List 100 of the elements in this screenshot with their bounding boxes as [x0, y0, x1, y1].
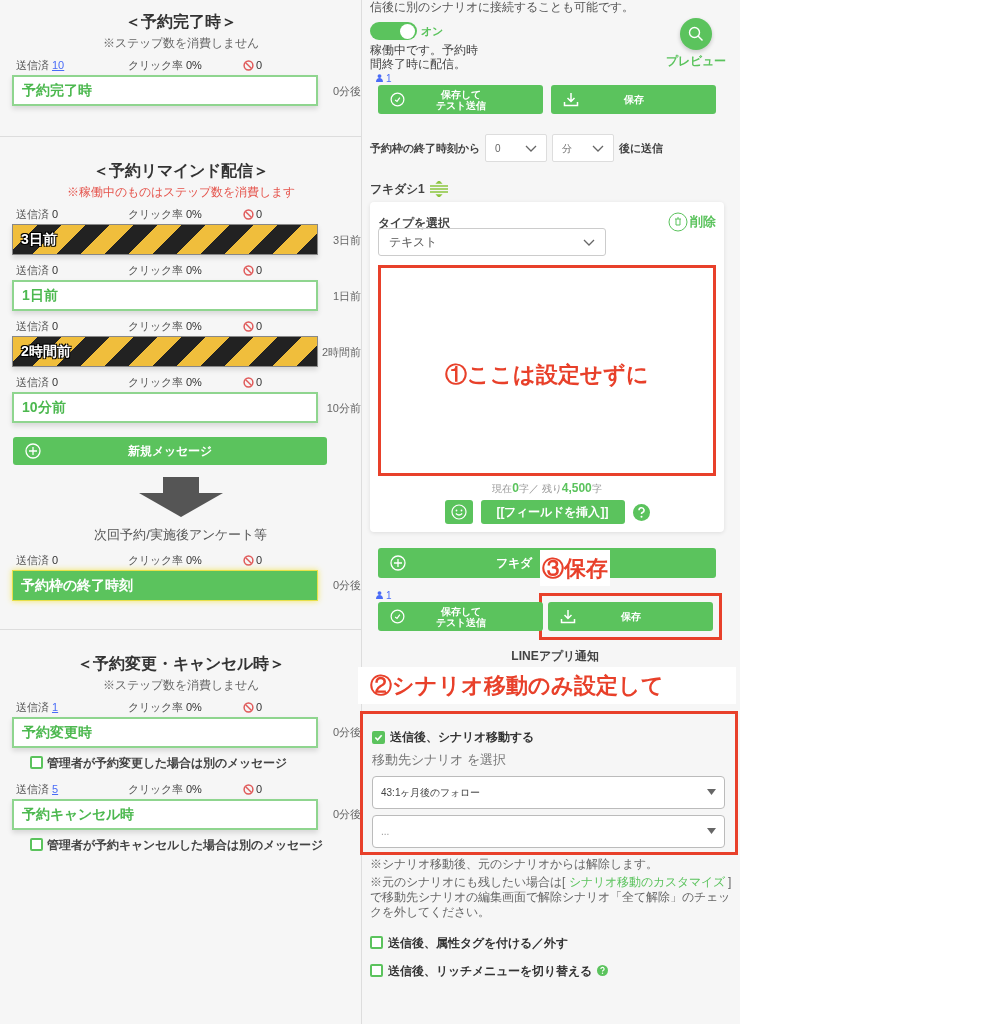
- click-rate-label: クリック率: [128, 207, 183, 223]
- timing-suffix: 後に送信: [619, 140, 663, 156]
- blocked-icon: [243, 265, 254, 276]
- down-arrow-icon: [138, 477, 223, 517]
- download-icon: [560, 609, 576, 624]
- annotation-text: ①ここは設定せずに: [444, 361, 650, 389]
- field-label: 移動先シナリオ を選択: [372, 751, 507, 769]
- click-rate-value: 0%: [186, 263, 202, 279]
- blocked-count: 0: [256, 552, 263, 568]
- blocked-count: 0: [256, 207, 263, 223]
- click-rate-value: 0%: [186, 58, 202, 74]
- click-rate-value: 0%: [186, 207, 202, 223]
- click-rate-value: 0%: [186, 699, 202, 715]
- download-icon: [563, 92, 579, 107]
- insert-field-button[interactable]: [[フィールドを挿入]]: [480, 500, 625, 524]
- type-select[interactable]: テキスト: [378, 228, 606, 256]
- scenario-select[interactable]: 43:1ヶ月後のフォロー: [372, 775, 725, 809]
- customize-link[interactable]: シナリオ移動のカスタマイズ: [568, 874, 725, 889]
- sent-count[interactable]: 10: [52, 57, 65, 74]
- section-title: ＜予約リマインド配信＞: [92, 161, 269, 181]
- checkbox[interactable]: [30, 756, 43, 769]
- chevron-down-icon: [592, 144, 604, 152]
- message-box[interactable]: 10分前: [12, 392, 318, 423]
- checkbox-label: 送信後、属性タグを付ける／外す: [388, 934, 568, 952]
- emoji-button[interactable]: [444, 500, 473, 524]
- caret-down-icon: [707, 789, 716, 795]
- new-message-button[interactable]: 新規メッセージ: [13, 437, 327, 465]
- smiley-icon: [450, 504, 467, 520]
- help-icon[interactable]: [632, 503, 650, 521]
- save-button[interactable]: 保存: [548, 602, 713, 631]
- help-icon[interactable]: [597, 965, 608, 976]
- toggle-switch[interactable]: [370, 22, 417, 40]
- checkbox[interactable]: [370, 936, 383, 949]
- save-button[interactable]: 保存: [551, 85, 716, 114]
- click-rate-label: クリック率: [128, 375, 183, 391]
- timing-label: 1日前: [331, 288, 361, 303]
- preview-label: プレビュー: [666, 53, 726, 70]
- recipient-count: 1: [386, 71, 392, 86]
- message-box[interactable]: 予約枠の終了時刻: [12, 569, 318, 601]
- click-rate-label: クリック率: [128, 263, 183, 279]
- blocked-icon: [243, 209, 254, 220]
- checkbox[interactable]: [370, 964, 383, 977]
- check-circle-icon: [390, 92, 405, 107]
- annotation-label: ②シナリオ移動のみ設定して: [358, 667, 736, 704]
- click-rate-value: 0%: [186, 375, 202, 391]
- checkbox-label: 管理者が予約変更した場合は別のメッセージ: [47, 754, 287, 772]
- message-box[interactable]: 予約完了時: [12, 75, 318, 106]
- timing-label: 10分前: [325, 400, 361, 415]
- timing-label: 2時間前: [321, 344, 361, 359]
- blocked-count: 0: [256, 263, 263, 279]
- click-rate-value: 0%: [186, 552, 202, 568]
- save-and-test-button[interactable]: 保存して テスト送信: [378, 85, 543, 114]
- trash-icon: [668, 212, 688, 232]
- save-and-test-button[interactable]: 保存して テスト送信: [378, 602, 543, 631]
- click-rate-value: 0%: [186, 319, 202, 335]
- message-box[interactable]: 1日前: [12, 280, 318, 311]
- toggle-label: オン: [421, 23, 443, 39]
- timing-label: 0分後: [331, 83, 361, 98]
- drag-handle-icon[interactable]: [428, 181, 449, 197]
- sent-label: 送信済: [16, 781, 49, 797]
- plus-icon: [25, 443, 41, 459]
- checkbox-label: 送信後、シナリオ移動する: [390, 729, 534, 746]
- sent-count: 0: [52, 375, 59, 391]
- timing-label: 3日前: [331, 232, 361, 247]
- message-box[interactable]: 予約キャンセル時: [12, 798, 318, 830]
- sent-count[interactable]: 1: [52, 698, 59, 716]
- sent-count[interactable]: 5: [52, 780, 59, 798]
- sent-count: 0: [52, 319, 59, 335]
- timing-label: 0分後: [331, 578, 361, 592]
- checkbox[interactable]: [30, 838, 43, 851]
- sent-label: 送信済: [16, 319, 49, 335]
- section-note: ※ステップ数を消費しません: [102, 35, 259, 52]
- status-text: 稼働中です。予約時間終了時に配信。: [370, 43, 479, 71]
- unit-select[interactable]: 分: [552, 134, 614, 162]
- sent-label: 送信済: [16, 699, 49, 715]
- click-rate-label: クリック率: [128, 319, 183, 335]
- click-rate-value: 0%: [186, 781, 202, 797]
- sent-label: 送信済: [16, 263, 49, 279]
- caret-down-icon: [707, 828, 716, 834]
- timing-label: 0分後: [331, 725, 361, 739]
- blocked-count: 0: [256, 58, 263, 74]
- section-title: ＜予約変更・キャンセル時＞: [76, 653, 285, 674]
- click-rate-label: クリック率: [128, 699, 183, 715]
- delete-button[interactable]: 削除: [668, 212, 716, 232]
- character-counter: 現在0字／ 残り4,500字: [492, 480, 602, 497]
- section-title: ＜予約完了時＞: [124, 12, 237, 32]
- blocked-icon: [243, 701, 254, 713]
- blocked-count: 0: [256, 319, 263, 335]
- sent-count: 0: [52, 263, 59, 279]
- checkbox-label: 送信後、リッチメニューを切り替える: [388, 962, 592, 980]
- amount-select[interactable]: 0: [485, 134, 547, 162]
- click-rate-label: クリック率: [128, 552, 183, 568]
- person-icon: [376, 74, 383, 82]
- checkbox-label: 管理者が予約キャンセルした場合は別のメッセージ: [47, 836, 323, 854]
- check-circle-icon: [390, 609, 405, 624]
- scenario-select[interactable]: ...: [372, 814, 725, 848]
- section-heading: LINEアプリ通知: [511, 648, 599, 665]
- message-box[interactable]: 予約変更時: [12, 716, 318, 748]
- checkbox[interactable]: [372, 730, 385, 744]
- preview-button[interactable]: [680, 18, 712, 50]
